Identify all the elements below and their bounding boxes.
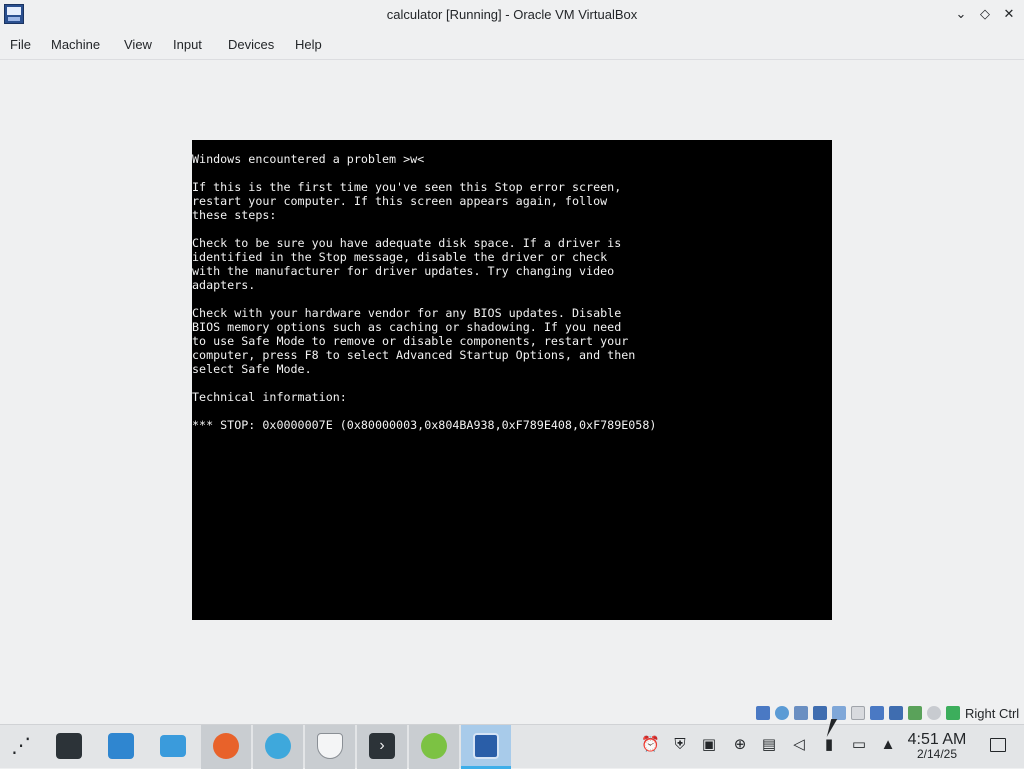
menubar: File Machine View Input Devices Help — [0, 30, 1024, 60]
close-icon[interactable]: ✕ — [1000, 5, 1018, 23]
menu-view[interactable]: View — [124, 37, 152, 52]
bsod-line: adapters. — [192, 278, 256, 292]
taskbar-updater[interactable] — [409, 725, 459, 769]
bsod-line: *** STOP: 0x0000007E (0x80000003,0x804BA… — [192, 418, 657, 432]
bsod-line — [192, 222, 832, 236]
bsod-line: select Safe Mode. — [192, 362, 312, 376]
menu-file[interactable]: File — [10, 37, 31, 52]
window-titlebar: calculator [Running] - Oracle VM Virtual… — [0, 0, 1024, 30]
recording-icon[interactable] — [889, 706, 903, 720]
launcher-icon: ⋰ — [11, 735, 31, 757]
bsod-line: If this is the first time you've seen th… — [192, 180, 622, 194]
menu-machine[interactable]: Machine — [51, 37, 100, 52]
audio-icon[interactable] — [794, 706, 808, 720]
security-shield-icon[interactable]: ⛨ — [671, 736, 689, 754]
taskbar-terminal[interactable]: › — [357, 725, 407, 769]
alarm-icon[interactable]: ⏰ — [641, 736, 660, 754]
bsod-line: Windows encountered a problem >w< — [192, 152, 425, 166]
update-arrow-icon — [421, 733, 447, 759]
maximize-icon[interactable]: ◇ — [976, 5, 994, 23]
taskbar-globe-app[interactable] — [253, 725, 303, 769]
bsod-line: with the manufacturer for driver updates… — [192, 264, 615, 278]
expand-tray-icon[interactable]: ▲ — [879, 736, 897, 754]
printer-icon[interactable]: ▤ — [760, 736, 778, 754]
show-desktop-icon[interactable] — [990, 738, 1006, 752]
shared-folders-icon[interactable] — [851, 706, 865, 720]
bsod-line: Technical information: — [192, 390, 347, 404]
network-icon[interactable] — [813, 706, 827, 720]
mouse-integration-icon[interactable] — [927, 706, 941, 720]
bsod-line — [192, 376, 832, 390]
display-icon[interactable] — [870, 706, 884, 720]
clock-date[interactable]: 2/14/25 — [902, 747, 972, 761]
menu-help[interactable]: Help — [295, 37, 322, 52]
bsod-line — [192, 166, 832, 180]
virtualbox-icon — [473, 733, 499, 759]
taskbar-system-settings[interactable] — [44, 725, 94, 769]
globe-icon — [265, 733, 291, 759]
store-icon — [108, 733, 134, 759]
vm-screen[interactable]: Windows encountered a problem >w< If thi… — [192, 140, 832, 620]
bsod-line — [192, 292, 832, 306]
terminal-icon: › — [369, 733, 395, 759]
bsod-line: BIOS memory options such as caching or s… — [192, 320, 622, 334]
usb-icon[interactable] — [832, 706, 846, 720]
bsod-line: to use Safe Mode to remove or disable co… — [192, 334, 629, 348]
cpu-icon[interactable] — [908, 706, 922, 720]
usb-device-icon[interactable]: ▮ — [820, 736, 838, 754]
window-title: calculator [Running] - Oracle VM Virtual… — [386, 7, 638, 22]
bsod-line — [192, 404, 832, 418]
vm-statusbar: Right Ctrl — [0, 702, 1024, 724]
menu-devices[interactable]: Devices — [228, 37, 274, 52]
bsod-line: Check to be sure you have adequate disk … — [192, 236, 622, 250]
firefox-icon — [213, 733, 239, 759]
update-icon[interactable]: ⊕ — [731, 736, 749, 754]
hard-disk-icon[interactable] — [756, 706, 770, 720]
minimize-icon[interactable]: ⌄ — [952, 5, 970, 23]
menu-input[interactable]: Input — [173, 37, 202, 52]
bsod-text: Windows encountered a problem >w< If thi… — [192, 152, 832, 432]
bsod-line: computer, press F8 to select Advanced St… — [192, 348, 636, 362]
folder-icon — [160, 735, 186, 757]
taskbar-discover[interactable] — [96, 725, 146, 769]
mute-icon[interactable]: ◁ — [790, 736, 808, 754]
optical-drive-icon[interactable] — [775, 706, 789, 720]
bsod-line: these steps: — [192, 208, 277, 222]
bsod-line: restart your computer. If this screen ap… — [192, 194, 608, 208]
taskbar-virtualbox[interactable] — [461, 725, 511, 769]
bsod-line: identified in the Stop message, disable … — [192, 250, 608, 264]
keyboard-icon[interactable] — [946, 706, 960, 720]
shield-icon — [317, 733, 343, 759]
taskbar-shield-app[interactable] — [305, 725, 355, 769]
host-key-label: Right Ctrl — [965, 706, 1020, 721]
taskbar-file-manager[interactable] — [148, 725, 198, 769]
settings-icon — [56, 733, 82, 759]
taskbar-app-launcher[interactable]: ⋰ — [0, 725, 50, 769]
bsod-line: Check with your hardware vendor for any … — [192, 306, 622, 320]
taskbar-firefox[interactable] — [201, 725, 251, 769]
clipboard-icon[interactable]: ▣ — [700, 736, 718, 754]
taskbar: ⋰ › — [0, 724, 1024, 769]
network-wired-icon[interactable]: ▭ — [850, 736, 868, 754]
